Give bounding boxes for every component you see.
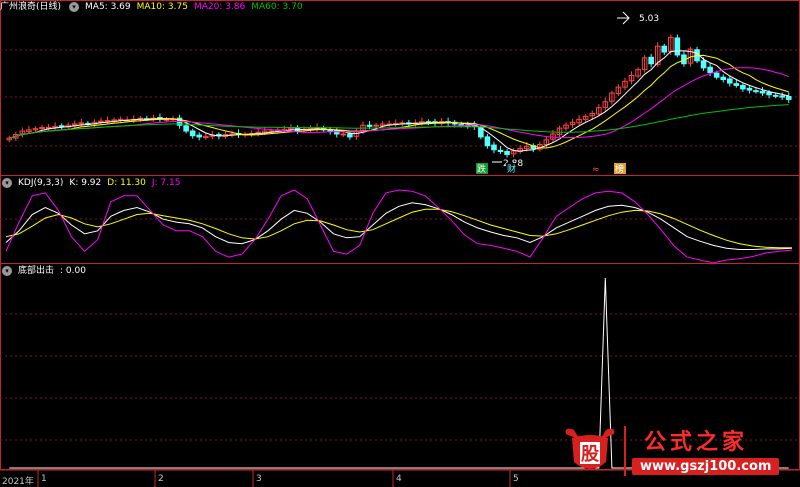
- candle-body: [189, 130, 196, 137]
- event-tag-1[interactable]: 跌: [476, 163, 488, 175]
- candle-body: [491, 144, 497, 151]
- candle-body: [373, 124, 379, 127]
- high-marker-label: 5.03: [639, 14, 659, 24]
- candle-body: [504, 151, 510, 155]
- ma5-value: MA5: 3.69: [85, 2, 131, 12]
- candle-body: [700, 60, 707, 69]
- time-axis-ticks: [37, 470, 511, 487]
- watermark-url: www.gszj100.com: [632, 458, 780, 475]
- chevron-down-icon[interactable]: ▾: [2, 177, 12, 188]
- candle-body: [39, 127, 45, 130]
- bull-logo-badge: 股: [580, 444, 600, 465]
- candlestick-series: [6, 34, 792, 158]
- ma60-value: MA60: 3.70: [251, 2, 303, 12]
- event-tag-2[interactable]: 财: [506, 163, 518, 175]
- candle-body: [733, 83, 740, 86]
- ma10-line: [9, 54, 789, 149]
- candle-body: [720, 76, 727, 81]
- price-panel-header: 广州浪奇(日线) ▾ MA5: 3.69 MA10: 3.75 MA20: 3.86 MA…: [0, 0, 309, 14]
- candle-body: [484, 136, 491, 147]
- candle-body: [78, 122, 85, 125]
- candle-body: [746, 87, 753, 91]
- watermark-title: 公式之家: [644, 429, 749, 455]
- candle-body: [340, 133, 347, 136]
- k-value: K: 9.92: [69, 178, 102, 188]
- time-axis-label-5: 5: [513, 474, 519, 484]
- chevron-down-icon[interactable]: ▾: [2, 265, 12, 276]
- candle-body: [740, 84, 746, 90]
- watermark-logo: 股 公式之家 www.gszj100.com: [558, 420, 794, 482]
- ma20-value: MA20: 3.86: [193, 2, 246, 12]
- candle-body: [779, 95, 785, 98]
- signal-panel-header: ▾ 底部出击 : 0.00: [0, 264, 92, 278]
- candle-body: [753, 90, 759, 93]
- candle-body: [713, 72, 720, 78]
- candle-body: [497, 149, 504, 153]
- candle-body: [111, 119, 117, 122]
- event-tag-3-label: ≈: [592, 165, 600, 175]
- candle-body: [648, 56, 654, 65]
- candle-body: [196, 134, 203, 138]
- k-line: [5, 202, 793, 250]
- candle-body: [661, 45, 668, 53]
- time-axis-label-2: 2: [158, 474, 164, 484]
- event-tag-4-label: 榜: [615, 163, 624, 175]
- ma10-value: MA10: 3.75: [136, 2, 188, 12]
- candle-body: [772, 94, 779, 97]
- candle-body: [674, 37, 681, 56]
- kdj-lines: [5, 189, 793, 264]
- chart-stage[interactable]: 5.03 2.88 跌 财 ≈ 榜: [0, 0, 800, 487]
- candle-body: [58, 125, 65, 128]
- price-panel-title: 广州浪奇(日线): [0, 2, 62, 12]
- moving-average-lines: [9, 50, 789, 152]
- chevron-down-icon[interactable]: ▾: [69, 1, 80, 12]
- candle-body: [98, 120, 104, 123]
- event-tag-1-label: 跌: [477, 164, 486, 175]
- candle-body: [759, 90, 766, 94]
- candle-body: [366, 124, 373, 127]
- time-axis-label-year: 2021年: [2, 477, 34, 487]
- j-value: J: 7.15: [151, 178, 181, 188]
- candle-body: [766, 91, 772, 96]
- time-axis-label-4: 4: [396, 474, 402, 484]
- candle-body: [183, 125, 189, 132]
- d-value: D: 11.30: [107, 178, 146, 188]
- kdj-panel-header: ▾ KDJ(9,3,3) K: 9.92 D: 11.30 J: 7.15: [0, 176, 186, 190]
- grid-lines: [0, 49, 800, 441]
- high-marker: 5.03: [617, 11, 659, 25]
- bull-logo-icon: 股: [565, 428, 615, 469]
- d-line: [5, 208, 792, 249]
- logo-divider: [624, 426, 626, 476]
- candle-body: [347, 133, 353, 138]
- time-axis-label-1: 1: [41, 474, 47, 484]
- event-tag-2-label: 财: [507, 163, 516, 175]
- candle-body: [785, 96, 792, 100]
- kdj-panel-title: KDJ(9,3,3): [18, 178, 64, 188]
- signal-panel-title: 底部出击: [18, 266, 55, 276]
- candle-body: [707, 66, 713, 74]
- event-tag-3[interactable]: ≈: [592, 165, 600, 175]
- j-line: [5, 189, 793, 264]
- event-tag-4[interactable]: 榜: [614, 163, 626, 175]
- time-axis-label-3: 3: [256, 474, 262, 484]
- candle-body: [726, 78, 733, 84]
- signal-panel-value: : 0.00: [60, 266, 86, 276]
